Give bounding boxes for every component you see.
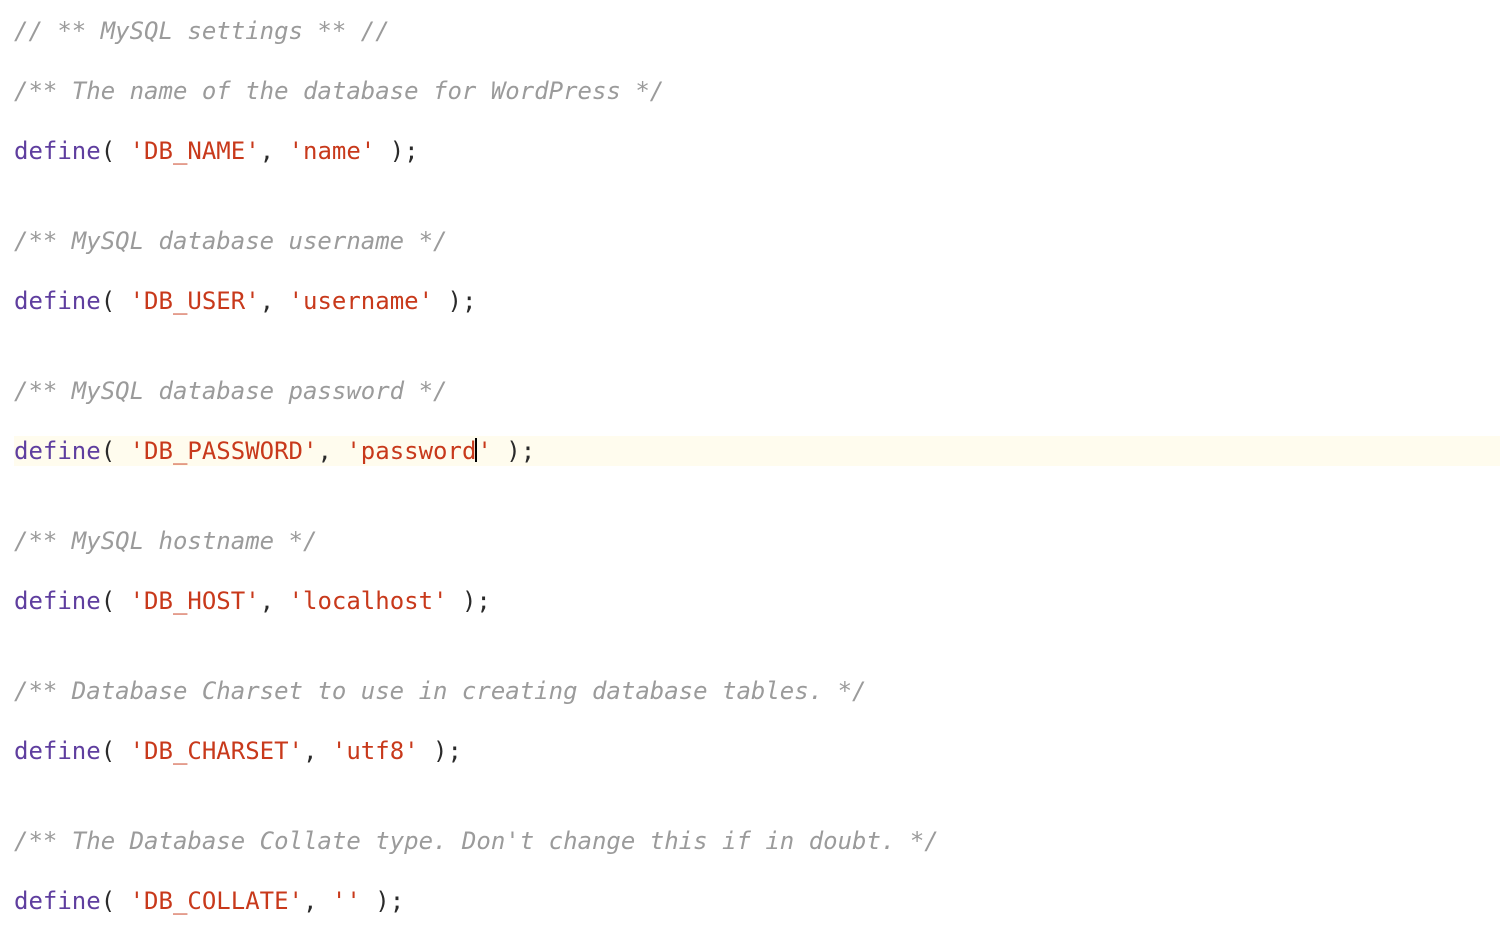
code-line[interactable]: /** The Database Collate type. Don't cha… (14, 826, 1500, 856)
code-token: define (14, 287, 101, 315)
code-token: ); (419, 737, 462, 765)
code-token: 'username' (289, 287, 434, 315)
code-token: ( (101, 887, 130, 915)
code-token: define (14, 887, 101, 915)
code-token: ); (433, 287, 476, 315)
code-line[interactable]: // ** MySQL settings ** // (14, 16, 1500, 46)
code-token: 'DB_NAME' (130, 137, 260, 165)
code-token: , (260, 287, 289, 315)
code-token: ' (477, 437, 491, 465)
code-line[interactable]: /** MySQL database username */ (14, 226, 1500, 256)
code-token: ); (448, 587, 491, 615)
code-token: ( (101, 437, 130, 465)
code-token: define (14, 587, 101, 615)
code-token: /** MySQL database password */ (14, 377, 447, 405)
code-token: define (14, 137, 101, 165)
code-token: ( (101, 137, 130, 165)
code-token: '' (332, 887, 361, 915)
code-token: 'DB_COLLATE' (130, 887, 303, 915)
code-line[interactable]: define( 'DB_USER', 'username' ); (14, 286, 1500, 316)
code-line[interactable]: define( 'DB_NAME', 'name' ); (14, 136, 1500, 166)
code-token: , (303, 887, 332, 915)
code-token: 'DB_CHARSET' (130, 737, 303, 765)
code-line[interactable]: define( 'DB_PASSWORD', 'password' ); (14, 436, 1500, 466)
code-token: 'password (346, 437, 476, 465)
code-token: ); (375, 137, 418, 165)
code-token: , (260, 137, 289, 165)
code-token: , (260, 587, 289, 615)
code-line[interactable]: /** The name of the database for WordPre… (14, 76, 1500, 106)
code-token: , (317, 437, 346, 465)
code-line[interactable]: /** MySQL hostname */ (14, 526, 1500, 556)
code-token: 'localhost' (289, 587, 448, 615)
code-token: 'DB_USER' (130, 287, 260, 315)
code-token: /** MySQL hostname */ (14, 527, 317, 555)
code-token: /** Database Charset to use in creating … (14, 677, 867, 705)
code-token: define (14, 437, 101, 465)
code-token: ( (101, 587, 130, 615)
code-line[interactable]: define( 'DB_COLLATE', '' ); (14, 886, 1500, 916)
code-token: 'name' (289, 137, 376, 165)
code-line[interactable]: define( 'DB_HOST', 'localhost' ); (14, 586, 1500, 616)
code-token: /** The Database Collate type. Don't cha… (14, 827, 939, 855)
code-token: ( (101, 737, 130, 765)
code-token: define (14, 737, 101, 765)
code-token: ( (101, 287, 130, 315)
code-token: 'utf8' (332, 737, 419, 765)
code-line[interactable]: define( 'DB_CHARSET', 'utf8' ); (14, 736, 1500, 766)
code-token: /** The name of the database for WordPre… (14, 77, 664, 105)
code-line[interactable]: /** MySQL database password */ (14, 376, 1500, 406)
code-token: // ** MySQL settings ** // (14, 17, 390, 45)
code-token: ); (492, 437, 535, 465)
code-editor[interactable]: // ** MySQL settings ** // /** The name … (0, 0, 1500, 932)
code-token: 'DB_HOST' (130, 587, 260, 615)
code-token: , (303, 737, 332, 765)
code-line[interactable]: /** Database Charset to use in creating … (14, 676, 1500, 706)
code-token: ); (361, 887, 404, 915)
code-token: 'DB_PASSWORD' (130, 437, 318, 465)
code-token: /** MySQL database username */ (14, 227, 447, 255)
